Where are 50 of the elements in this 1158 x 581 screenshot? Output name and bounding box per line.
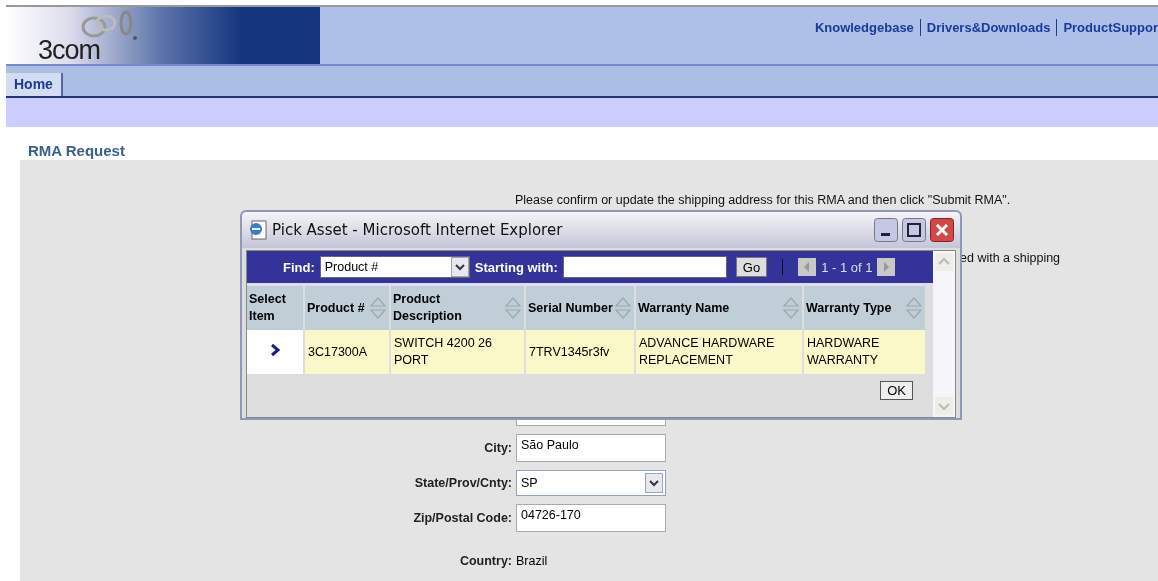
column-title: Warranty Type	[806, 299, 892, 317]
field-value: Brazil	[516, 554, 548, 568]
column-title: Product #	[307, 299, 365, 317]
column-header[interactable]: Warranty Name	[636, 286, 802, 330]
dropdown-field[interactable]: SP	[516, 470, 666, 496]
column-header[interactable]: Product #	[305, 286, 389, 330]
column-title: Select Item	[249, 291, 287, 325]
window-title: Pick Asset - Microsoft Internet Explorer	[272, 221, 563, 239]
find-label: Find:	[283, 259, 315, 275]
header-link[interactable]: Drivers&Downloads	[926, 20, 1051, 35]
nav-tab[interactable]: Home	[6, 73, 63, 96]
column-title: Product Description	[393, 291, 463, 325]
maximize-button[interactable]	[902, 218, 926, 242]
column-header[interactable]: Serial Number	[526, 286, 634, 330]
header-link[interactable]: ProductSuppor	[1063, 20, 1158, 35]
pager-text: 1 - 1 of 1	[821, 259, 873, 275]
browser-page-icon	[248, 220, 268, 240]
close-button[interactable]	[930, 218, 954, 242]
column-header[interactable]: Warranty Type	[804, 286, 925, 330]
ok-button[interactable]: OK	[880, 381, 913, 400]
field-label: Zip/Postal Code:	[412, 511, 512, 525]
text-field[interactable]: 04726-170	[516, 504, 666, 532]
find-dropdown[interactable]: Product #	[319, 256, 470, 278]
field-label: State/Prov/Cnty:	[413, 476, 512, 490]
table-cell: 3C17300A	[305, 330, 389, 374]
scrollbar[interactable]	[933, 251, 955, 417]
next-page-icon[interactable]	[877, 258, 896, 276]
table-cell: HARDWARE WARRANTY	[804, 330, 925, 374]
table-cell: SWITCH 4200 26 PORT	[391, 330, 524, 374]
scroll-up-icon[interactable]	[935, 253, 953, 271]
minimize-button[interactable]	[874, 218, 898, 242]
field-label: City:	[483, 441, 512, 455]
page-title: RMA Request	[28, 142, 125, 160]
field-label: Country:	[458, 554, 512, 568]
table-cell: 7TRV1345r3fv	[526, 330, 634, 374]
table-cell: ADVANCE HARDWARE REPLACEMENT	[636, 330, 802, 374]
previous-page-icon[interactable]	[798, 258, 817, 276]
column-header[interactable]: Product Description	[391, 286, 524, 330]
column-title: Warranty Name	[638, 299, 730, 317]
logo-text: 3com	[38, 35, 101, 66]
header-link[interactable]: Knowledgebase	[814, 20, 914, 35]
starting-with-label: Starting with:	[474, 259, 558, 275]
go-button[interactable]: Go	[735, 257, 768, 277]
column-title: Serial Number	[528, 299, 613, 317]
select-chevron-icon[interactable]	[270, 342, 280, 357]
instruction-text: Please confirm or update the shipping address for this RMA and then click "Submit RMA".	[515, 193, 1012, 207]
select-cell[interactable]	[247, 330, 303, 374]
search-field[interactable]	[562, 256, 727, 278]
scroll-down-icon[interactable]	[935, 397, 953, 415]
text-field[interactable]: São Paulo	[516, 434, 666, 462]
